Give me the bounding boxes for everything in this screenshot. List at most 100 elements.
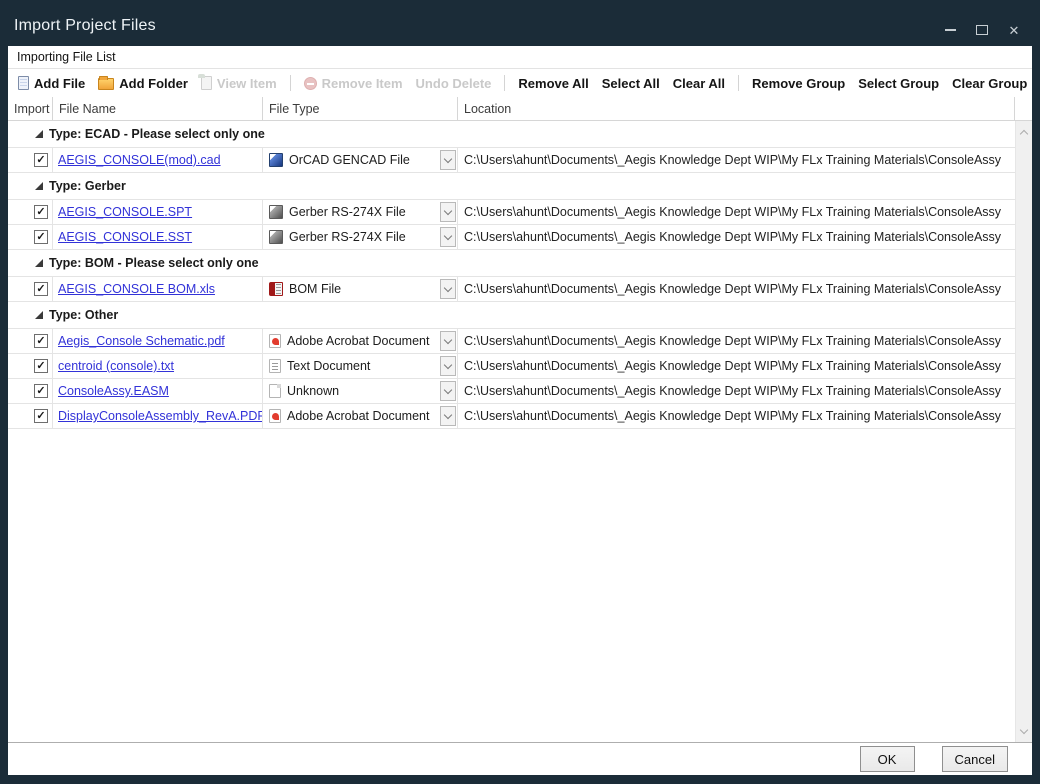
check-icon: ✓ bbox=[36, 411, 45, 422]
import-checkbox[interactable]: ✓ bbox=[34, 205, 48, 219]
file-name-link[interactable]: AEGIS_CONSOLE.SPT bbox=[58, 205, 192, 219]
file-type-dropdown-button[interactable] bbox=[440, 150, 456, 170]
chevron-down-icon bbox=[1020, 726, 1028, 734]
column-header-file-type[interactable]: File Type bbox=[263, 97, 458, 120]
file-type-dropdown-button[interactable] bbox=[440, 227, 456, 247]
collapse-triangle-icon[interactable] bbox=[35, 182, 43, 190]
add-file-button[interactable]: Add File bbox=[18, 76, 85, 91]
select-group-button[interactable]: Select Group bbox=[858, 76, 939, 91]
file-type-dropdown-button[interactable] bbox=[440, 356, 456, 376]
file-type-dropdown-button[interactable] bbox=[440, 406, 456, 426]
collapse-triangle-icon[interactable] bbox=[35, 130, 43, 138]
remove-all-button[interactable]: Remove All bbox=[518, 76, 588, 91]
toolbar-separator bbox=[504, 75, 505, 91]
chevron-down-icon bbox=[444, 206, 452, 214]
file-type-dropdown-button[interactable] bbox=[440, 202, 456, 222]
file-type-combobox[interactable]: BOM File bbox=[263, 277, 458, 301]
file-type-combobox[interactable]: Gerber RS-274X File bbox=[263, 225, 458, 249]
file-name-link[interactable]: DisplayConsoleAssembly_RevA.PDF bbox=[58, 409, 263, 423]
check-icon: ✓ bbox=[36, 207, 45, 218]
file-name-link[interactable]: ConsoleAssy.EASM bbox=[58, 384, 169, 398]
dialog-footer: OK Cancel bbox=[8, 742, 1032, 775]
file-location: C:\Users\ahunt\Documents\_Aegis Knowledg… bbox=[458, 329, 1015, 353]
import-checkbox[interactable]: ✓ bbox=[34, 359, 48, 373]
remove-group-label: Remove Group bbox=[752, 76, 845, 91]
file-type-combobox[interactable]: Unknown bbox=[263, 379, 458, 403]
file-type-combobox[interactable]: Text Document bbox=[263, 354, 458, 378]
maximize-button[interactable] bbox=[974, 23, 990, 37]
import-checkbox[interactable]: ✓ bbox=[34, 282, 48, 296]
file-type-combobox[interactable]: OrCAD GENCAD File bbox=[263, 148, 458, 172]
file-type-dropdown-button[interactable] bbox=[440, 279, 456, 299]
clear-group-label: Clear Group bbox=[952, 76, 1027, 91]
file-type-combobox[interactable]: Adobe Acrobat Document bbox=[263, 404, 458, 428]
select-all-button[interactable]: Select All bbox=[602, 76, 660, 91]
import-checkbox[interactable]: ✓ bbox=[34, 409, 48, 423]
scroll-up-button[interactable] bbox=[1016, 123, 1032, 140]
remove-all-label: Remove All bbox=[518, 76, 588, 91]
chevron-down-icon bbox=[444, 360, 452, 368]
import-checkbox[interactable]: ✓ bbox=[34, 334, 48, 348]
file-location: C:\Users\ahunt\Documents\_Aegis Knowledg… bbox=[458, 225, 1015, 249]
file-grid: Import File Name File Type Location Type… bbox=[8, 97, 1032, 742]
file-name-link[interactable]: AEGIS_CONSOLE BOM.xls bbox=[58, 282, 215, 296]
column-header-filler bbox=[1015, 97, 1032, 120]
table-row: ✓ AEGIS_CONSOLE.SPT Gerber RS-274X File … bbox=[8, 200, 1015, 225]
file-name-link[interactable]: AEGIS_CONSOLE.SST bbox=[58, 230, 192, 244]
file-type-label: Adobe Acrobat Document bbox=[287, 334, 429, 348]
ok-button[interactable]: OK bbox=[860, 746, 915, 772]
pdf-file-icon bbox=[269, 409, 281, 423]
import-checkbox[interactable]: ✓ bbox=[34, 153, 48, 167]
file-location: C:\Users\ahunt\Documents\_Aegis Knowledg… bbox=[458, 379, 1015, 403]
clear-group-button[interactable]: Clear Group bbox=[952, 76, 1027, 91]
table-row: ✓ AEGIS_CONSOLE(mod).cad OrCAD GENCAD Fi… bbox=[8, 148, 1015, 173]
file-type-label: Gerber RS-274X File bbox=[289, 205, 406, 219]
group-row-bom[interactable]: Type: BOM - Please select only one bbox=[8, 250, 1015, 277]
table-row: ✓ AEGIS_CONSOLE.SST Gerber RS-274X File … bbox=[8, 225, 1015, 250]
file-name-link[interactable]: AEGIS_CONSOLE(mod).cad bbox=[58, 153, 221, 167]
scroll-down-button[interactable] bbox=[1016, 723, 1032, 740]
vertical-scrollbar[interactable] bbox=[1015, 121, 1032, 742]
pdf-file-icon bbox=[269, 334, 281, 348]
dialog-content: Importing File List Add File Add Folder … bbox=[8, 46, 1032, 775]
file-type-combobox[interactable]: Gerber RS-274X File bbox=[263, 200, 458, 224]
group-row-gerber[interactable]: Type: Gerber bbox=[8, 173, 1015, 200]
cancel-button[interactable]: Cancel bbox=[942, 746, 1008, 772]
add-file-icon bbox=[18, 76, 29, 90]
file-type-dropdown-button[interactable] bbox=[440, 331, 456, 351]
view-item-icon bbox=[201, 76, 212, 90]
collapse-triangle-icon[interactable] bbox=[35, 311, 43, 319]
close-button[interactable]: ✕ bbox=[1006, 23, 1022, 37]
add-folder-button[interactable]: Add Folder bbox=[98, 76, 188, 91]
column-header-import[interactable]: Import bbox=[8, 97, 53, 120]
chevron-down-icon bbox=[444, 231, 452, 239]
remove-group-button[interactable]: Remove Group bbox=[752, 76, 845, 91]
group-row-other[interactable]: Type: Other bbox=[8, 302, 1015, 329]
column-header-location[interactable]: Location bbox=[458, 97, 1015, 120]
import-project-files-dialog: Import Project Files ✕ Importing File Li… bbox=[0, 0, 1040, 784]
collapse-triangle-icon[interactable] bbox=[35, 259, 43, 267]
select-group-label: Select Group bbox=[858, 76, 939, 91]
file-name-link[interactable]: centroid (console).txt bbox=[58, 359, 174, 373]
minimize-icon bbox=[945, 29, 956, 31]
add-folder-label: Add Folder bbox=[119, 76, 188, 91]
chevron-down-icon bbox=[444, 154, 452, 162]
file-type-label: Text Document bbox=[287, 359, 370, 373]
import-checkbox[interactable]: ✓ bbox=[34, 230, 48, 244]
file-type-label: Gerber RS-274X File bbox=[289, 230, 406, 244]
group-label: Type: BOM - Please select only one bbox=[49, 256, 259, 270]
column-header-file-name[interactable]: File Name bbox=[53, 97, 263, 120]
group-row-ecad[interactable]: Type: ECAD - Please select only one bbox=[8, 121, 1015, 148]
grid-header: Import File Name File Type Location bbox=[8, 97, 1032, 121]
file-name-link[interactable]: Aegis_Console Schematic.pdf bbox=[58, 334, 225, 348]
clear-all-label: Clear All bbox=[673, 76, 725, 91]
minimize-button[interactable] bbox=[942, 23, 958, 37]
undo-delete-label: Undo Delete bbox=[416, 76, 492, 91]
toolbar-separator bbox=[738, 75, 739, 91]
file-location: C:\Users\ahunt\Documents\_Aegis Knowledg… bbox=[458, 404, 1015, 428]
file-type-combobox[interactable]: Adobe Acrobat Document bbox=[263, 329, 458, 353]
view-item-button: View Item bbox=[201, 76, 277, 91]
clear-all-button[interactable]: Clear All bbox=[673, 76, 725, 91]
import-checkbox[interactable]: ✓ bbox=[34, 384, 48, 398]
file-type-dropdown-button[interactable] bbox=[440, 381, 456, 401]
